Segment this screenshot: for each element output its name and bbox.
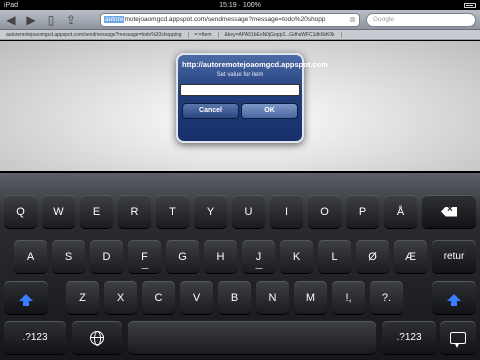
shift-key-left[interactable] — [4, 281, 48, 314]
key-ae[interactable]: Æ — [394, 240, 427, 273]
key-y[interactable]: Y — [194, 195, 227, 228]
onscreen-keyboard: Q W E R T Y U I O P Å A S D F G H J K L … — [0, 173, 480, 360]
bookmark-item[interactable]: &key=APA91bEoN0jGopp3...GdhsWFC1dk6kK0k — [219, 31, 342, 38]
key-a[interactable]: A — [14, 240, 47, 273]
key-m[interactable]: M — [294, 281, 327, 314]
forward-icon[interactable]: ▶ — [24, 13, 38, 27]
dismiss-keyboard-key[interactable] — [440, 321, 476, 354]
search-field[interactable]: Google — [366, 12, 476, 27]
shift-icon — [19, 294, 33, 306]
clear-url-icon[interactable]: ⊗ — [349, 15, 356, 24]
key-p[interactable]: P — [346, 195, 379, 228]
key-c[interactable]: C — [142, 281, 175, 314]
key-question-period[interactable]: ?. — [370, 281, 403, 314]
key-exclaim-comma[interactable]: !, — [332, 281, 365, 314]
key-g[interactable]: G — [166, 240, 199, 273]
key-h[interactable]: H — [204, 240, 237, 273]
key-q[interactable]: Q — [4, 195, 37, 228]
space-bar[interactable] — [128, 321, 376, 354]
bookmark-item[interactable]: =:=Item — [189, 31, 219, 38]
dialog-message: Set value for item — [216, 72, 264, 78]
battery-icon — [464, 2, 476, 8]
numbers-key-right[interactable]: .?123 — [382, 321, 436, 354]
key-o[interactable]: O — [308, 195, 341, 228]
dialog-title: http://autoremotejoaomgcd.appspot.com — [182, 60, 328, 69]
backspace-icon — [441, 206, 457, 217]
cancel-button[interactable]: Cancel — [182, 103, 239, 119]
key-z[interactable]: Z — [66, 281, 99, 314]
return-key[interactable]: retur — [432, 240, 476, 273]
globe-icon — [90, 330, 104, 346]
search-placeholder: Google — [373, 16, 394, 23]
key-j[interactable]: J — [242, 240, 275, 273]
keyboard-dismiss-icon — [450, 331, 466, 350]
key-d[interactable]: D — [90, 240, 123, 273]
bookmark-item[interactable]: autoremotejoaomgcd.appspot.com/sendmessa… — [0, 31, 189, 38]
url-text: motejoaomgcd.appspot.com/sendmessage?mes… — [124, 16, 326, 23]
backspace-key[interactable] — [422, 195, 476, 228]
carrier-label: iPad — [4, 1, 19, 9]
key-f[interactable]: F — [128, 240, 161, 273]
key-f-label: F — [141, 250, 148, 263]
key-r[interactable]: R — [118, 195, 151, 228]
key-k[interactable]: K — [280, 240, 313, 273]
key-n[interactable]: N — [256, 281, 289, 314]
bookmarks-icon[interactable]: ▯ — [44, 13, 58, 27]
key-b[interactable]: B — [218, 281, 251, 314]
key-u[interactable]: U — [232, 195, 265, 228]
status-bar: iPad 15:19 · 100% — [0, 0, 480, 10]
key-e[interactable]: E — [80, 195, 113, 228]
dialog-input[interactable] — [180, 84, 300, 96]
key-v[interactable]: V — [180, 281, 213, 314]
numbers-key-left[interactable]: .?123 — [4, 321, 66, 354]
globe-key[interactable] — [72, 321, 122, 354]
home-row-marker — [255, 268, 262, 269]
share-icon[interactable]: ⇪ — [64, 13, 78, 27]
key-t[interactable]: T — [156, 195, 189, 228]
key-w[interactable]: W — [42, 195, 75, 228]
url-selected-text: autore — [104, 16, 125, 23]
url-field[interactable]: autore motejoaomgcd.appspot.com/sendmessa… — [100, 12, 360, 27]
clock: 15:19 · 100% — [219, 1, 261, 9]
prompt-dialog: http://autoremotejoaomgcd.appspot.com Se… — [176, 53, 328, 143]
key-x[interactable]: X — [104, 281, 137, 314]
key-l[interactable]: L — [318, 240, 351, 273]
key-oe[interactable]: Ø — [356, 240, 389, 273]
browser-toolbar: ◀ ▶ ▯ ⇪ autore motejoaomgcd.appspot.com/s… — [0, 10, 480, 30]
shift-icon — [447, 294, 461, 306]
key-i[interactable]: I — [270, 195, 303, 228]
shift-key-right[interactable] — [432, 281, 476, 314]
back-icon[interactable]: ◀ — [4, 13, 18, 27]
clock-time: 15:19 — [219, 1, 237, 9]
ok-button[interactable]: OK — [241, 103, 298, 119]
key-s[interactable]: S — [52, 240, 85, 273]
key-j-label: J — [255, 250, 262, 263]
battery-level: 100% — [242, 1, 261, 9]
bookmarks-bar: autoremotejoaomgcd.appspot.com/sendmessa… — [0, 30, 480, 40]
key-aa[interactable]: Å — [384, 195, 417, 228]
home-row-marker — [141, 268, 148, 269]
